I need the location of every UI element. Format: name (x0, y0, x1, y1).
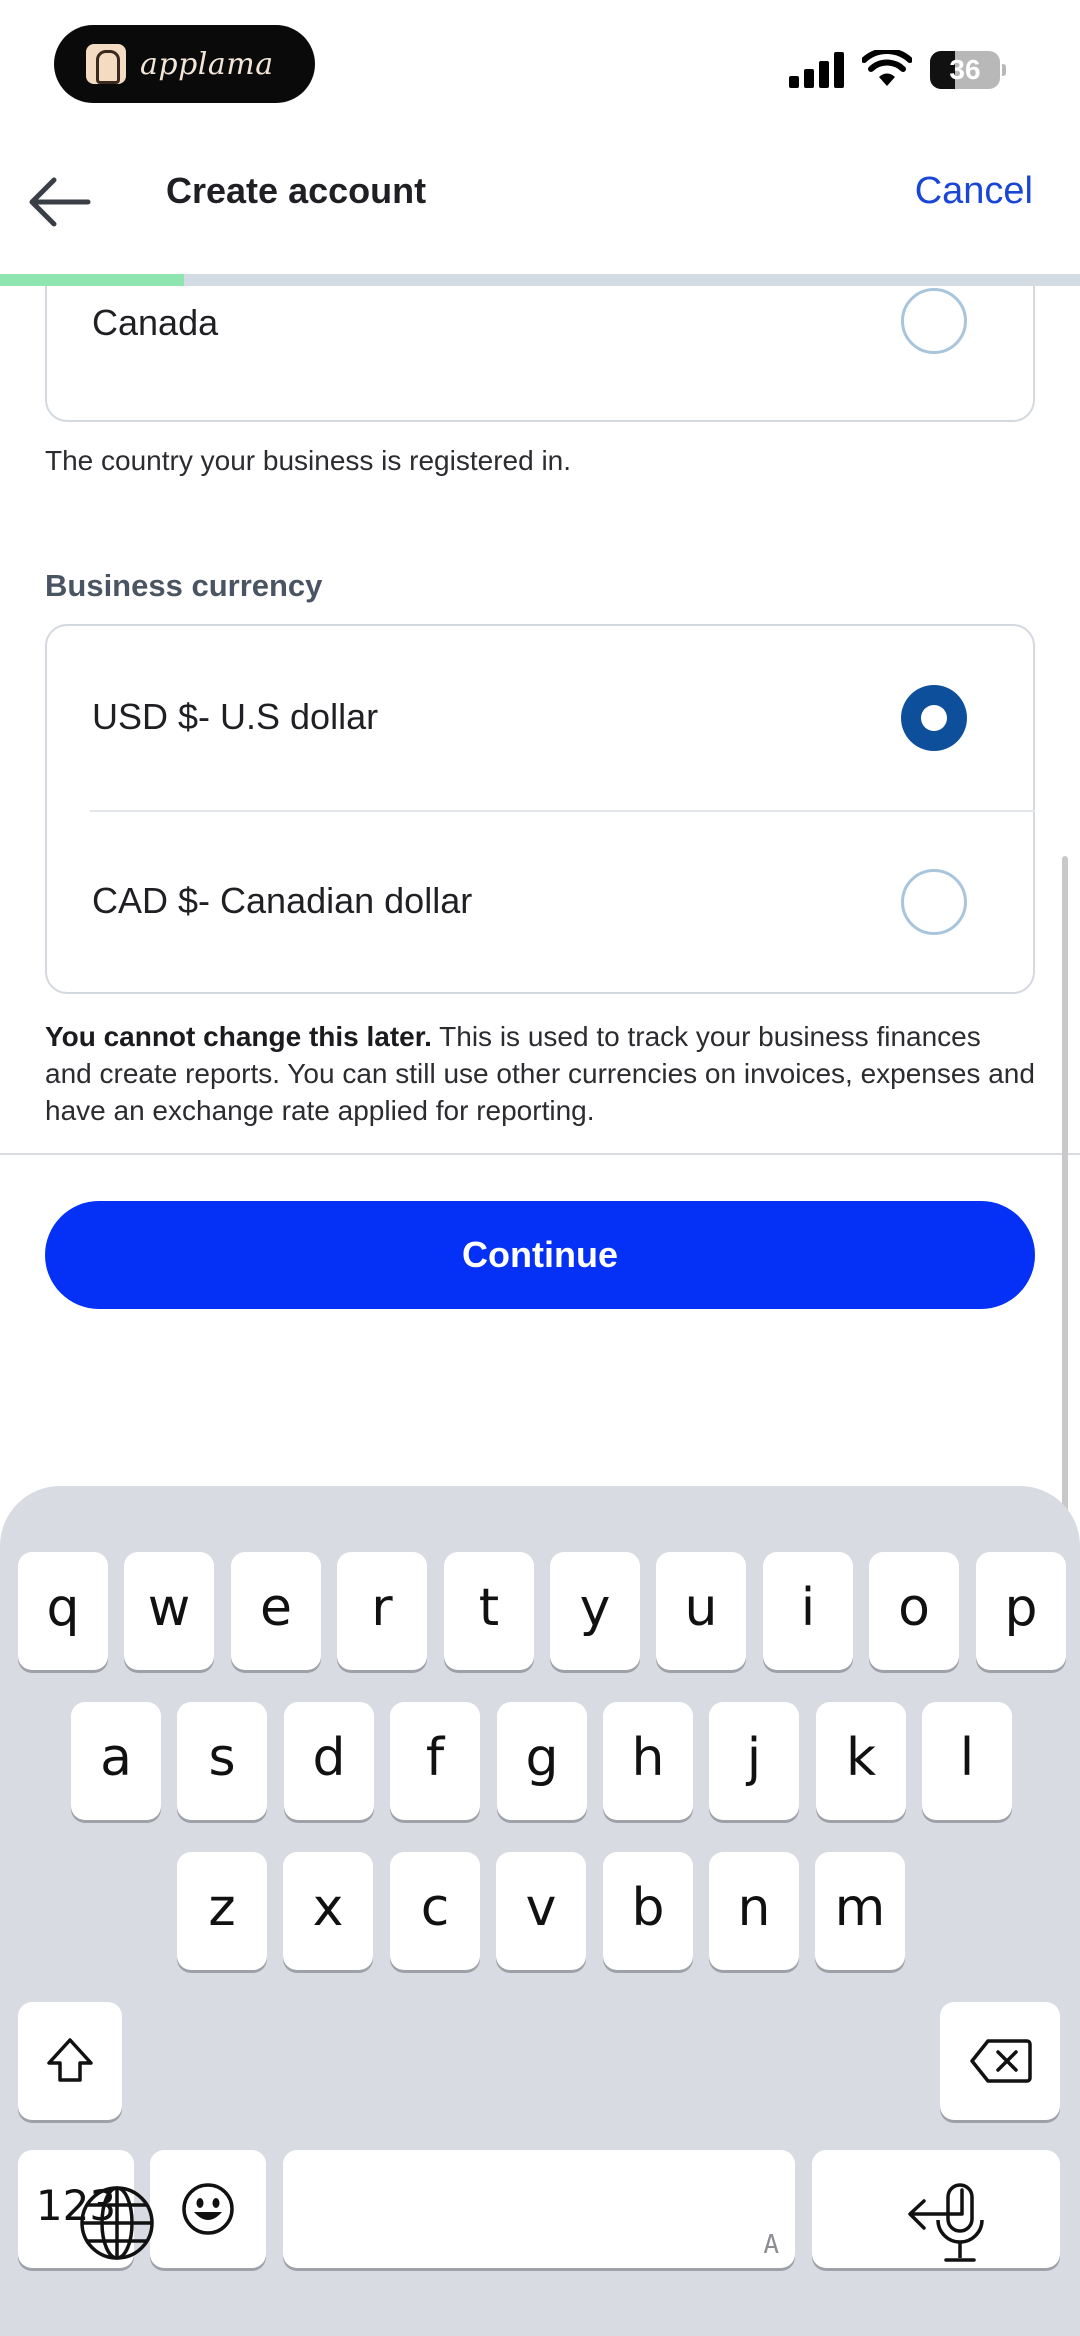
emoji-key[interactable] (150, 2150, 266, 2268)
cad-radio[interactable] (901, 869, 967, 935)
currency-option-label: CAD $- Canadian dollar (92, 880, 473, 921)
key-s[interactable]: s (177, 1702, 267, 1820)
key-w[interactable]: w (124, 1552, 214, 1670)
currency-options-card: USD $- U.S dollar CAD $- Canadian dollar (45, 624, 1035, 994)
country-option-canada[interactable]: Canada (47, 238, 1033, 422)
page-title: Create account (166, 170, 427, 211)
key-i[interactable]: i (763, 1552, 853, 1670)
key-h[interactable]: h (603, 1702, 693, 1820)
key-u[interactable]: u (656, 1552, 746, 1670)
usd-radio[interactable] (901, 685, 967, 751)
scrollbar[interactable] (1062, 856, 1068, 1556)
currency-option-cad[interactable]: CAD $- Canadian dollar (47, 810, 1033, 994)
key-c[interactable]: c (390, 1852, 480, 1970)
key-a[interactable]: a (71, 1702, 161, 1820)
cancel-button[interactable]: Cancel (915, 170, 1033, 213)
country-radio[interactable] (901, 288, 967, 354)
currency-note-bold: You cannot change this later. (45, 1021, 432, 1052)
on-screen-keyboard: qwertyuiop asdfghjkl zxcvbnm 123 A (0, 1486, 1080, 2336)
app-badge: applama (54, 25, 315, 103)
space-key[interactable]: A (283, 2150, 795, 2268)
battery-level: 36 (949, 54, 981, 85)
currency-option-usd[interactable]: USD $- U.S dollar (47, 626, 1033, 810)
key-v[interactable]: v (496, 1852, 586, 1970)
currency-option-label: USD $- U.S dollar (92, 696, 379, 737)
footer-divider (0, 1153, 1080, 1155)
key-e[interactable]: e (231, 1552, 321, 1670)
country-helper-text: The country your business is registered … (45, 445, 572, 476)
app-badge-label: applama (140, 46, 274, 82)
continue-button[interactable]: Continue (45, 1201, 1035, 1309)
back-button[interactable] (24, 164, 96, 236)
key-x[interactable]: x (283, 1852, 373, 1970)
status-bar: applama 36 (0, 0, 1080, 140)
llama-logo-icon (86, 44, 126, 84)
business-currency-label: Business currency (45, 568, 323, 603)
key-j[interactable]: j (709, 1702, 799, 1820)
key-q[interactable]: q (18, 1552, 108, 1670)
emoji-icon (182, 2183, 234, 2235)
delete-key[interactable] (940, 2002, 1060, 2120)
currency-note: You cannot change this later. This is us… (45, 1018, 1035, 1129)
key-f[interactable]: f (390, 1702, 480, 1820)
cellular-signal-icon (789, 52, 845, 88)
key-d[interactable]: d (284, 1702, 374, 1820)
delete-icon (970, 2039, 1032, 2083)
key-y[interactable]: y (550, 1552, 640, 1670)
key-l[interactable]: l (922, 1702, 1012, 1820)
country-option-label: Canada (92, 302, 219, 343)
key-p[interactable]: p (976, 1552, 1066, 1670)
battery-icon: 36 (930, 51, 1006, 89)
key-t[interactable]: t (444, 1552, 534, 1670)
shift-icon (47, 2038, 93, 2082)
arrow-left-icon (29, 177, 91, 227)
microphone-icon[interactable] (930, 2182, 990, 2266)
key-m[interactable]: m (815, 1852, 905, 1970)
key-b[interactable]: b (603, 1852, 693, 1970)
shift-key[interactable] (18, 2002, 122, 2120)
key-z[interactable]: z (177, 1852, 267, 1970)
wifi-icon (862, 50, 912, 86)
key-o[interactable]: o (869, 1552, 959, 1670)
key-r[interactable]: r (337, 1552, 427, 1670)
country-options-card: Canada (45, 286, 1035, 422)
space-key-hint: A (763, 2230, 779, 2260)
key-n[interactable]: n (709, 1852, 799, 1970)
key-g[interactable]: g (497, 1702, 587, 1820)
key-k[interactable]: k (816, 1702, 906, 1820)
globe-icon[interactable] (78, 2184, 156, 2262)
